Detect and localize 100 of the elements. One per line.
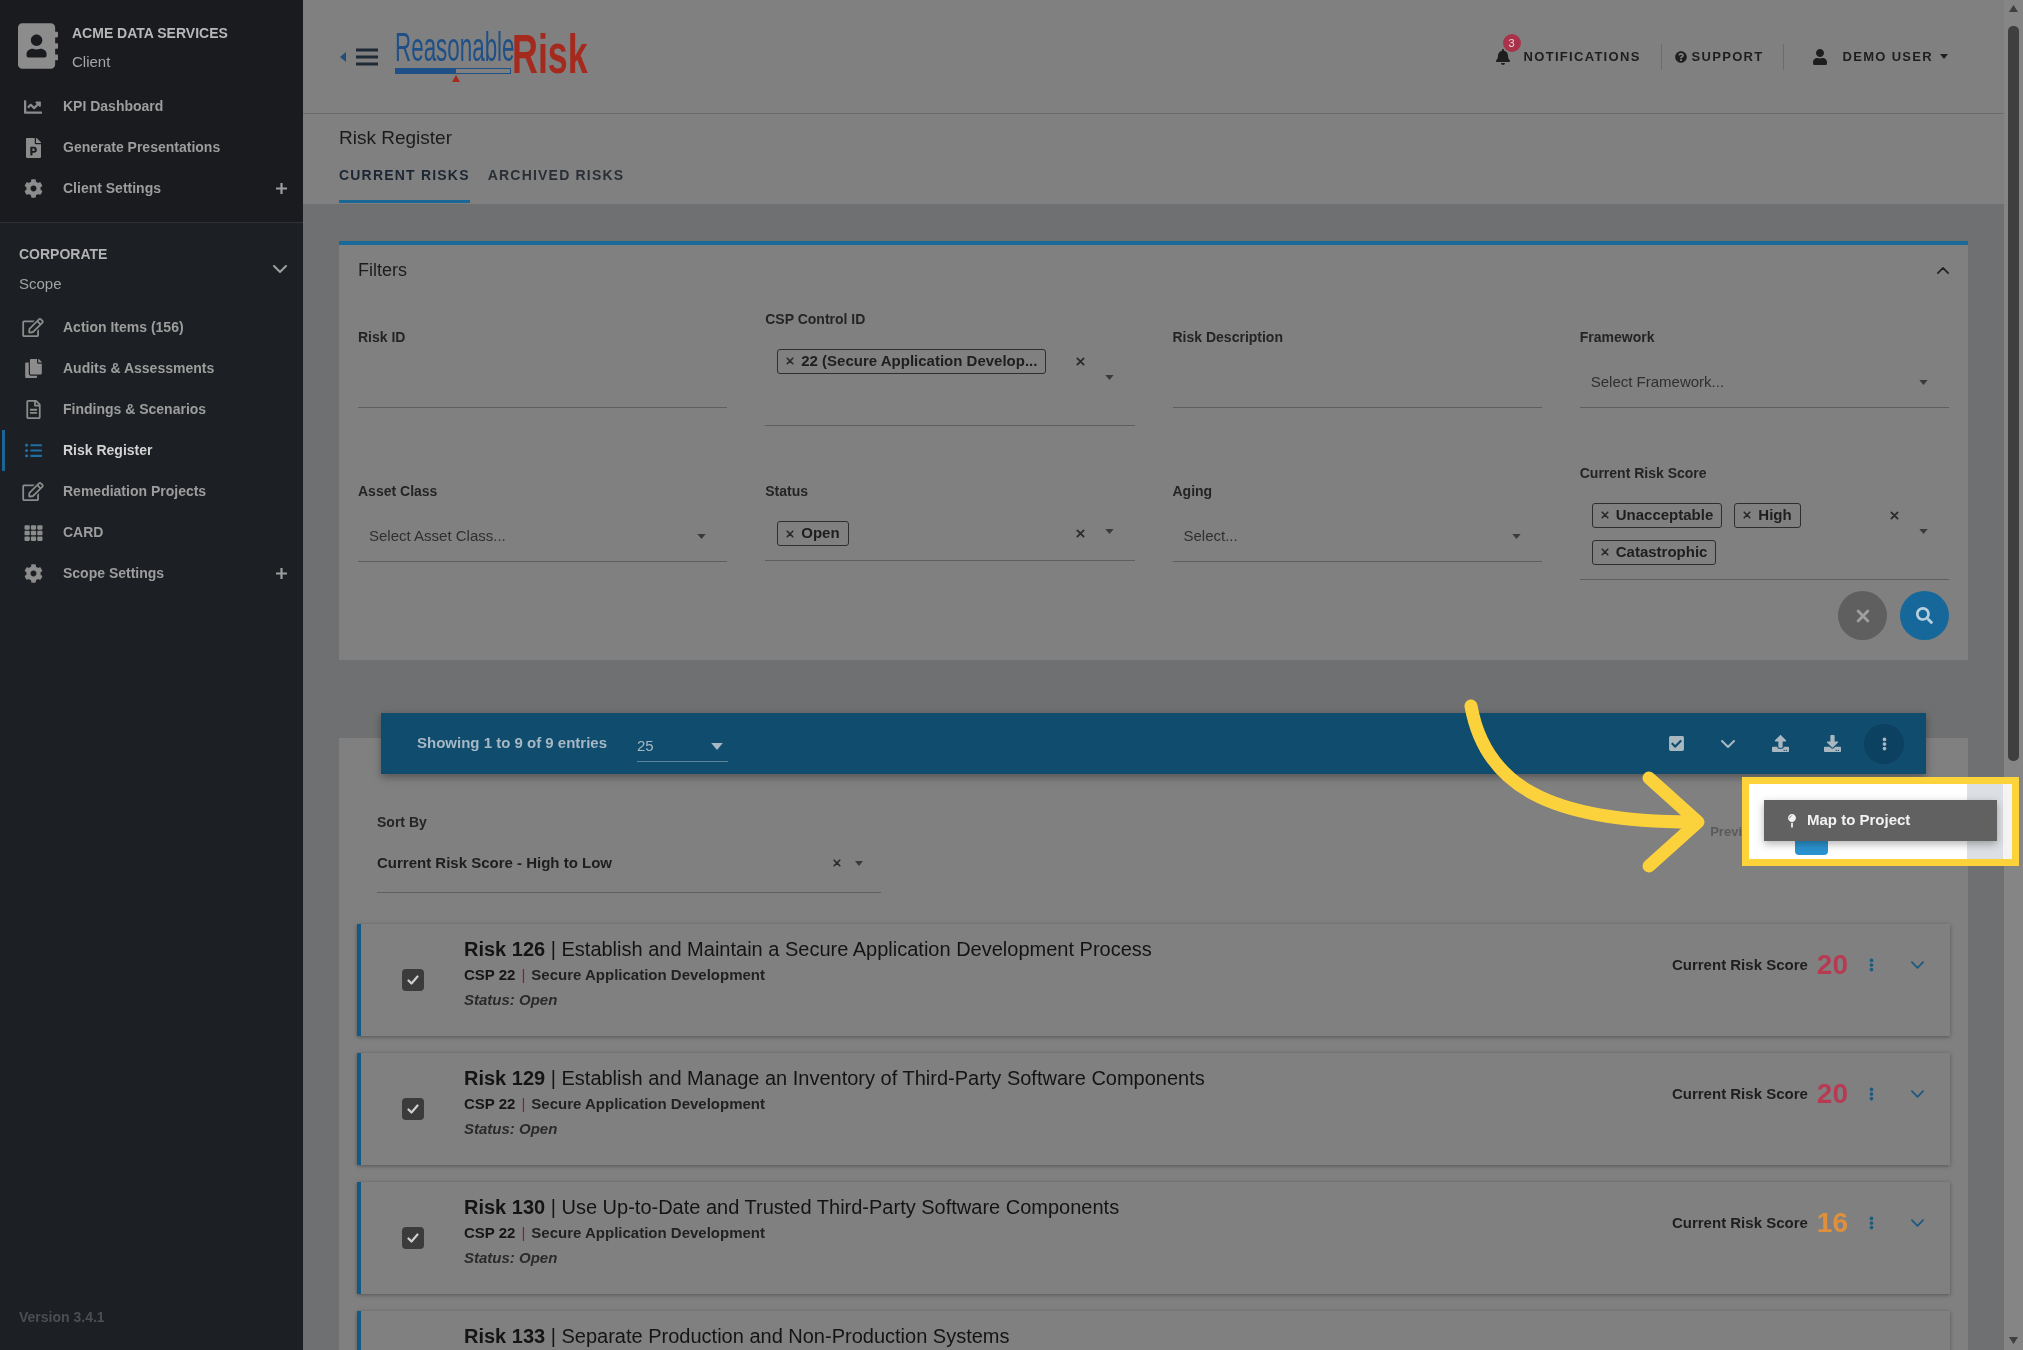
check-icon: [407, 975, 419, 985]
check-icon: [407, 1233, 419, 1243]
user-icon: [1812, 48, 1827, 65]
line-chart-icon: [23, 97, 43, 116]
select-field[interactable]: Select Framework...: [1579, 357, 1949, 408]
field-label: Status: [765, 482, 809, 501]
checkbox[interactable]: [402, 1227, 424, 1249]
logo-bar-icon: [395, 67, 511, 82]
menu-icon[interactable]: [340, 47, 378, 66]
search-button[interactable]: [1900, 591, 1949, 640]
sidebar-item[interactable]: Client Settings: [2, 168, 303, 209]
control-id: CSP 22: [464, 1223, 516, 1243]
dots-vertical-icon: [1868, 1216, 1874, 1230]
select-field[interactable]: 22 (Secure Application Develop...: [765, 330, 1135, 426]
select-field[interactable]: Unacceptable High Catastrophic: [1579, 484, 1949, 580]
sidebar-item[interactable]: CARD: [2, 512, 303, 553]
close-icon[interactable]: [786, 357, 795, 365]
field-label: Asset Class: [358, 481, 438, 501]
contact-book-icon: [18, 23, 58, 69]
client-subtitle: Client: [72, 52, 112, 72]
dots-vertical-icon: [1868, 1087, 1874, 1101]
risk-title: Risk 133 | Separate Production and Non-Production Systems: [464, 1324, 1010, 1349]
control-name: Secure Application Development: [531, 1094, 765, 1114]
sidebar-item[interactable]: Findings & Scenarios: [2, 389, 303, 430]
pin-icon: [1788, 813, 1796, 828]
tab[interactable]: CURRENT RISKS: [339, 150, 470, 203]
sidebar-item[interactable]: Remediation Projects: [2, 471, 303, 512]
user-menu-button[interactable]: DEMO USER: [1812, 46, 1948, 67]
filter-tag[interactable]: Unacceptable: [1591, 502, 1723, 528]
menu-item[interactable]: Map to Project: [1764, 800, 1997, 841]
caret-icon: [1940, 54, 1948, 59]
sidebar-item[interactable]: Audits & Assessments: [2, 348, 303, 389]
sidebar-item[interactable]: Generate Presentations: [2, 127, 303, 168]
settings-icon: [23, 179, 43, 198]
page-title: Risk Register: [339, 126, 452, 150]
close-icon[interactable]: [786, 529, 795, 538]
caret-icon: [1104, 529, 1114, 534]
filter-tag[interactable]: High: [1734, 502, 1801, 528]
page-size-select[interactable]: 25: [637, 731, 729, 762]
sidebar-item[interactable]: Action Items (156): [2, 307, 303, 348]
filter-tag[interactable]: Open: [777, 521, 849, 546]
document-icon: [25, 400, 41, 419]
tab[interactable]: ARCHIVED RISKS: [487, 150, 625, 203]
close-icon[interactable]: [833, 859, 841, 867]
logo-word: Risk: [512, 25, 588, 82]
close-icon[interactable]: [1075, 356, 1085, 366]
caret-icon: [855, 861, 863, 866]
settings-icon: [23, 564, 43, 583]
control-name: Secure Application Development: [531, 1223, 765, 1243]
select-field[interactable]: Open: [765, 503, 1135, 561]
close-icon: [1855, 608, 1870, 623]
select-field[interactable]: Current Risk Score - High to Low: [377, 853, 881, 893]
client-name: ACME DATA SERVICES: [72, 24, 228, 43]
dots-vertical-icon: [1881, 735, 1887, 752]
scrollbar[interactable]: [2004, 0, 2023, 1350]
caret-icon: [1919, 529, 1928, 534]
field-label: Current Risk Score: [1579, 463, 1707, 483]
list-icon: [23, 442, 43, 459]
field-label: Risk Description: [1172, 327, 1283, 347]
checkbox[interactable]: [402, 969, 424, 991]
logo-word: Reasonable: [395, 25, 515, 68]
close-icon[interactable]: [1743, 511, 1752, 519]
close-icon[interactable]: [1600, 511, 1609, 519]
risk-status: Status: Open: [464, 990, 558, 1010]
chevron-down-icon[interactable]: [273, 265, 287, 273]
risk-title: Risk 126 | Establish and Maintain a Secure Application Development Process: [464, 937, 1152, 962]
filter-tag[interactable]: 22 (Secure Application Develop...: [777, 348, 1047, 374]
filter-tag[interactable]: Catastrophic: [1591, 539, 1717, 565]
plus-icon[interactable]: [276, 568, 287, 579]
chevron-up-icon[interactable]: [1937, 267, 1949, 274]
field-label: Sort By: [377, 813, 427, 832]
select-field[interactable]: Select...: [1172, 511, 1542, 562]
select-field[interactable]: Select Asset Class...: [358, 511, 728, 562]
support-link[interactable]: SUPPORT: [1674, 46, 1764, 67]
risk-title: Risk 129 | Establish and Manage an Inventory of Third-Party Software Components: [464, 1066, 1205, 1091]
close-icon[interactable]: [1600, 548, 1609, 556]
download-icon: [1823, 735, 1841, 752]
bell-icon: [1495, 48, 1510, 65]
risk-status: Status: Open: [464, 1248, 558, 1268]
field-label: Framework: [1579, 327, 1655, 347]
files-icon: [24, 359, 42, 378]
score-label: Current Risk Score: [1671, 954, 1808, 975]
separator: |: [521, 1223, 526, 1243]
plus-icon[interactable]: [276, 183, 287, 194]
separator: |: [521, 965, 526, 985]
sidebar-item[interactable]: KPI Dashboard: [2, 86, 303, 127]
clear-button[interactable]: [1838, 591, 1887, 640]
panel-title: Filters: [358, 259, 407, 282]
control-name: Secure Application Development: [531, 965, 765, 985]
sidebar-item[interactable]: Scope Settings: [2, 553, 303, 594]
score-label: Current Risk Score: [1671, 1083, 1808, 1104]
close-icon[interactable]: [1075, 529, 1085, 538]
checkbox[interactable]: [402, 1098, 424, 1120]
close-icon[interactable]: [1890, 510, 1899, 520]
risk-title: Risk 130 | Use Up-to-Date and Trusted Third-Party Software Components: [464, 1195, 1120, 1220]
risk-score: 20: [1816, 948, 1848, 982]
separator: |: [521, 1094, 526, 1114]
field-label: CSP Control ID: [765, 309, 866, 329]
risk-score: 20: [1816, 1077, 1848, 1111]
check-icon: [407, 1104, 419, 1114]
